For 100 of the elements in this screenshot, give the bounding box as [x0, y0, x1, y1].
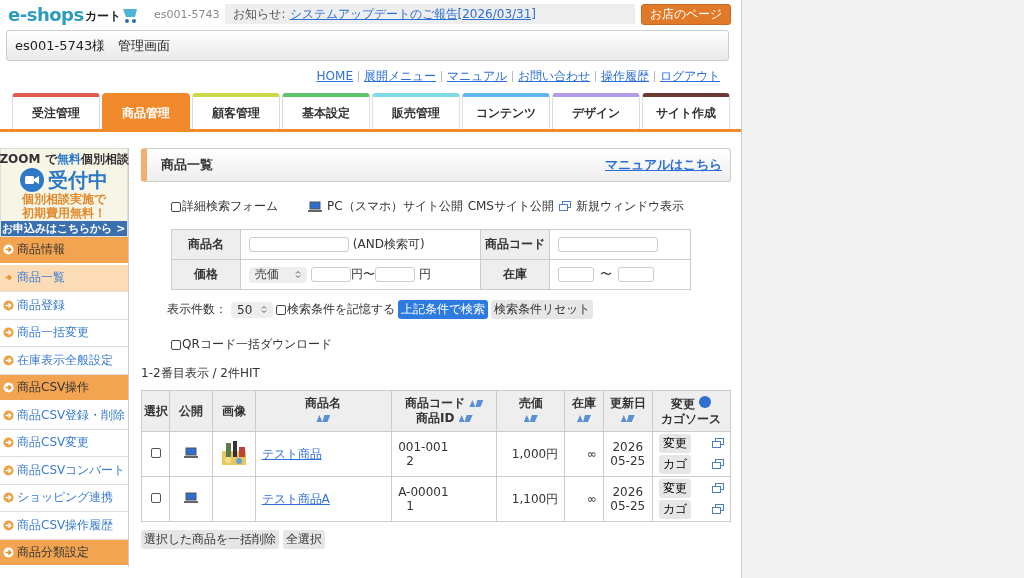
checkbox-label[interactable]: 詳細検索フォーム: [171, 198, 278, 215]
sidebar-item[interactable]: 商品CSV操作履歴: [0, 512, 128, 540]
product-name-field[interactable]: [249, 237, 349, 252]
unit-label: 円〜: [351, 267, 375, 281]
top-link[interactable]: 展開メニュー: [364, 67, 436, 85]
update-date: 05-25: [610, 499, 646, 513]
nav-tab[interactable]: コンテンツ: [462, 93, 550, 129]
checkbox-label[interactable]: QRコード一括ダウンロード: [171, 336, 332, 353]
column-header: 売価: [518, 396, 543, 410]
result-count: 1-2番目表示 / 2件HIT: [141, 365, 261, 382]
product-id: 1: [405, 499, 414, 513]
new-window-icon[interactable]: [712, 504, 724, 515]
column-header: 公開: [179, 403, 203, 418]
top-link[interactable]: 操作履歴: [601, 67, 649, 85]
product-code: 001-001: [398, 440, 449, 454]
nav-tab[interactable]: サイト作成: [642, 93, 730, 129]
arrow-icon: [3, 519, 14, 531]
bulk-delete-button[interactable]: 選択した商品を一括削除: [141, 530, 279, 549]
column-header: 変更: [671, 396, 696, 411]
consult-banner[interactable]: ZOOM で無料個別相談 受付中 個別相談実施で 初期費用無料！ お申込みはこちらから >: [0, 148, 128, 237]
sort-icon[interactable]: [523, 415, 538, 422]
banner-text: 個別相談実施で 初期費用無料！: [22, 192, 106, 220]
sidebar-item[interactable]: 商品分類設定: [0, 539, 128, 567]
sidebar-item[interactable]: 商品CSVコンバート: [0, 457, 128, 485]
column-header: 在庫: [572, 396, 596, 410]
cart-button[interactable]: カゴ: [658, 500, 691, 519]
table-cell: 1,000円: [496, 431, 565, 477]
count-select[interactable]: 50: [231, 301, 273, 318]
range-separator: 〜: [599, 267, 612, 281]
sidebar-item[interactable]: 商品一覧: [0, 264, 128, 292]
legend-text: CMSサイト公開: [467, 198, 554, 215]
sidebar-item[interactable]: 商品登録: [0, 292, 128, 320]
update-year: 2026: [612, 485, 644, 499]
reset-button[interactable]: 検索条件リセット: [491, 300, 593, 319]
field-label: 商品名: [171, 229, 241, 260]
manual-link[interactable]: マニュアルはこちら: [605, 156, 722, 174]
sort-icon[interactable]: [316, 415, 331, 422]
column-header: カゴソース: [661, 411, 722, 426]
top-link[interactable]: マニュアル: [447, 67, 507, 85]
top-link[interactable]: HOME: [316, 69, 353, 83]
sidebar-item[interactable]: 商品CSV変更: [0, 429, 128, 457]
logo[interactable]: e-shopsカート: [8, 3, 148, 25]
sort-icon[interactable]: [458, 415, 473, 422]
sidebar-item[interactable]: 商品一括変更: [0, 319, 128, 347]
price-from-field[interactable]: [311, 267, 351, 282]
product-code: A-00001: [398, 485, 449, 499]
account-id: es001-5743: [154, 7, 220, 21]
table-cell: 1,100円: [496, 476, 565, 522]
new-window-icon: [559, 201, 571, 212]
nav-tab[interactable]: 基本設定: [282, 93, 370, 129]
product-code-field[interactable]: [557, 237, 658, 252]
edit-button[interactable]: 変更: [658, 434, 691, 453]
sort-icon[interactable]: [577, 415, 591, 422]
product-link[interactable]: テスト商品A: [261, 491, 330, 506]
arrow-icon: [3, 299, 14, 311]
banner-headline: 受付中: [48, 168, 108, 192]
laptop-icon: [308, 200, 322, 213]
legend-text: 新規ウィンドウ表示: [576, 198, 684, 215]
cart-button[interactable]: カゴ: [658, 455, 691, 474]
product-link[interactable]: テスト商品: [261, 446, 322, 461]
stock-from-field[interactable]: [557, 267, 594, 282]
new-window-icon[interactable]: [712, 459, 724, 470]
select-all-button[interactable]: 全選択: [283, 530, 325, 549]
sort-icon[interactable]: [620, 415, 635, 422]
top-link[interactable]: お問い合わせ: [518, 67, 590, 85]
checkbox-label[interactable]: 検索条件を記憶する: [276, 301, 395, 318]
sidebar-item[interactable]: 在庫表示全般設定: [0, 347, 128, 375]
sort-icon[interactable]: [469, 400, 484, 407]
nav-tab[interactable]: 顧客管理: [192, 93, 280, 129]
row-checkbox[interactable]: [150, 493, 161, 503]
arrow-icon: [3, 354, 14, 366]
update-date: 05-25: [610, 454, 646, 468]
search-button[interactable]: 上記条件で検索: [398, 300, 488, 319]
banner-link[interactable]: お申込みはこちらから >: [1, 221, 127, 236]
sidebar-item[interactable]: 商品情報: [0, 237, 128, 265]
nav-tab[interactable]: デザイン: [552, 93, 640, 129]
arrow-icon: [3, 492, 14, 504]
new-window-icon[interactable]: [712, 483, 724, 494]
price-to-field[interactable]: [375, 267, 415, 282]
arrow-icon: [3, 409, 14, 421]
sidebar-item[interactable]: ショッピング連携: [0, 484, 128, 512]
edit-button[interactable]: 変更: [658, 479, 691, 498]
product-id: 2: [405, 454, 414, 468]
field-label: 価格: [171, 259, 241, 290]
stock-to-field[interactable]: [617, 267, 654, 282]
table-cell: ∞: [564, 476, 604, 522]
price-type-select[interactable]: 売価: [249, 266, 307, 283]
page-title: 商品一覧: [161, 156, 213, 174]
nav-tab[interactable]: 受注管理: [12, 93, 100, 129]
new-window-icon[interactable]: [712, 438, 724, 449]
nav-tab[interactable]: 販売管理: [372, 93, 460, 129]
arrow-icon: [3, 327, 14, 339]
sidebar-item[interactable]: 商品CSV登録・削除: [0, 402, 128, 430]
laptop-icon: [184, 491, 198, 504]
top-link[interactable]: ログアウト: [660, 67, 720, 85]
notice-link[interactable]: システムアップデートのご報告[2026/03/31]: [289, 5, 537, 23]
sidebar-item[interactable]: 商品CSV操作: [0, 374, 128, 402]
update-year: 2026: [612, 440, 644, 454]
row-checkbox[interactable]: [150, 448, 161, 458]
field-label: 商品コード: [480, 229, 550, 260]
